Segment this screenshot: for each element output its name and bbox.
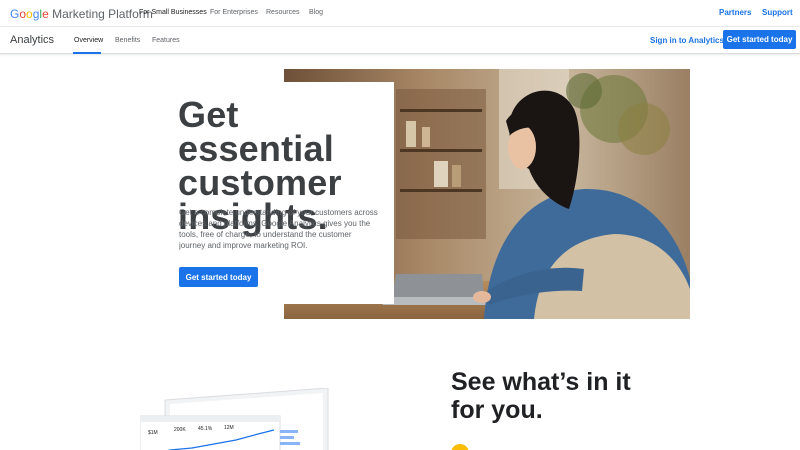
- nav-link-enterprises[interactable]: For Enterprises: [210, 9, 258, 16]
- analytics-dashboard-illustration: $1M 200K 45.1% 12M: [139, 387, 335, 450]
- section-title: See what’s in it for you.: [451, 368, 631, 424]
- metric-value: $1M: [148, 430, 158, 436]
- partners-link[interactable]: Partners: [719, 8, 751, 17]
- hero-description: Get a complete understanding of your cus…: [179, 208, 378, 250]
- nav-link-small-businesses[interactable]: For Small Businesses: [139, 9, 207, 16]
- support-link[interactable]: Support: [762, 8, 793, 17]
- google-marketing-platform-logo[interactable]: Google Marketing Platform: [10, 7, 153, 21]
- tab-overview[interactable]: Overview: [74, 37, 103, 44]
- metric-value: 45.1%: [198, 426, 213, 432]
- tab-features[interactable]: Features: [152, 37, 180, 44]
- logo-product-name: Marketing Platform: [52, 7, 153, 21]
- product-title[interactable]: Analytics: [10, 34, 54, 46]
- get-started-header-button[interactable]: Get started today: [723, 30, 796, 49]
- feature-bullet-icon: [451, 444, 469, 450]
- sign-in-link[interactable]: Sign in to Analytics: [650, 36, 724, 45]
- active-tab-indicator: [73, 52, 101, 54]
- nav-link-resources[interactable]: Resources: [266, 9, 299, 16]
- metric-value: 200K: [174, 427, 186, 433]
- tab-benefits[interactable]: Benefits: [115, 37, 140, 44]
- product-navigation: Analytics Overview Benefits Features Sig…: [0, 27, 800, 54]
- metric-value: 12M: [224, 425, 234, 431]
- get-started-hero-button[interactable]: Get started today: [179, 267, 258, 287]
- top-navigation: Google Marketing Platform For Small Busi…: [0, 0, 800, 27]
- nav-link-blog[interactable]: Blog: [309, 9, 323, 16]
